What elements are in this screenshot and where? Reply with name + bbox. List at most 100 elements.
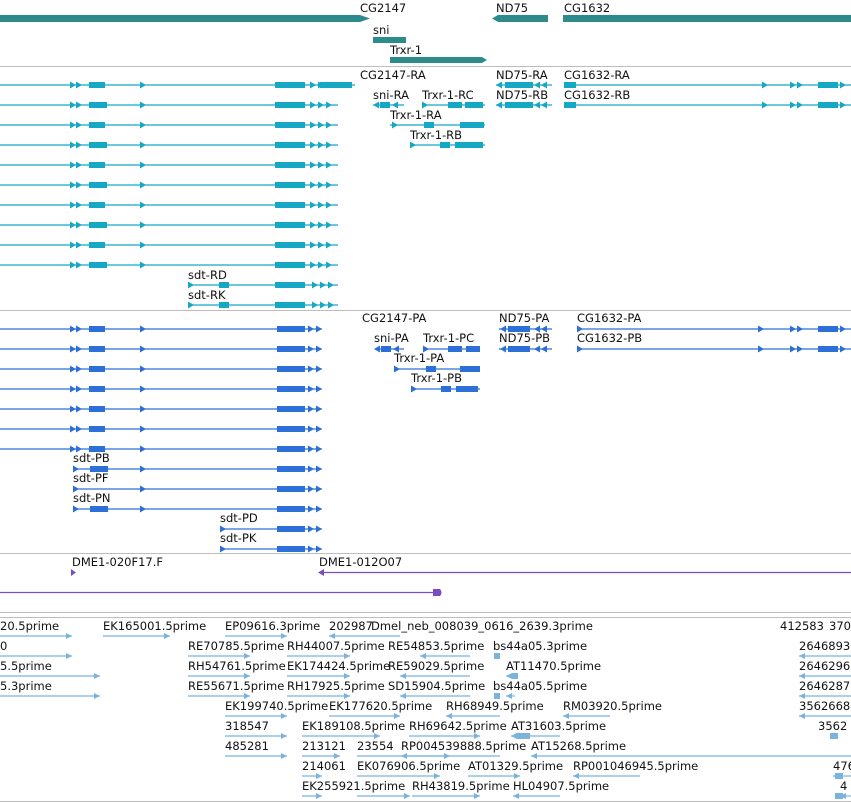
exon-block[interactable]: [277, 326, 305, 332]
protein-label[interactable]: sdt-PN: [73, 491, 111, 505]
est-label[interactable]: RH68949.5prime: [446, 699, 544, 713]
est-feature[interactable]: [103, 633, 170, 639]
exon-block[interactable]: [219, 302, 229, 308]
transcript-label[interactable]: sdt-RK: [188, 288, 226, 302]
est-label[interactable]: 412583: [780, 619, 824, 633]
protein-row[interactable]: [0, 365, 322, 373]
exon-block[interactable]: [89, 182, 107, 188]
est-label[interactable]: RE54853.5prime: [388, 639, 484, 653]
exon-block[interactable]: [277, 546, 305, 552]
protein-row[interactable]: [411, 385, 480, 393]
protein-row[interactable]: [0, 445, 322, 453]
exon-block[interactable]: [89, 202, 105, 208]
exon-block[interactable]: [275, 182, 305, 188]
gene-bar-nd75[interactable]: [498, 15, 548, 22]
transcript-row[interactable]: [0, 141, 338, 149]
exon-block[interactable]: [89, 346, 105, 352]
exon-block[interactable]: [818, 326, 838, 332]
protein-label[interactable]: sdt-PD: [220, 511, 258, 525]
protein-row[interactable]: [0, 425, 322, 433]
est-label[interactable]: RH44007.5prime: [287, 639, 385, 653]
exon-block[interactable]: [89, 102, 107, 108]
est-label[interactable]: 5.5prime: [0, 659, 52, 673]
protein-label[interactable]: sdt-PF: [73, 471, 109, 485]
est-label[interactable]: 318547: [225, 719, 269, 733]
transcript-label[interactable]: sni-RA: [373, 88, 409, 102]
est-feature[interactable]: [357, 793, 410, 799]
genome-browser-canvas[interactable]: CG2147 sni Trxr-1 ND75 CG1632 CG2147-RA …: [0, 0, 851, 802]
transcript-label[interactable]: Trxr-1-RC: [421, 88, 474, 102]
gene-label-sni[interactable]: sni: [373, 23, 389, 37]
est-label[interactable]: Dmel_neb_008039_0616_2639.3prime: [371, 619, 593, 633]
est-label[interactable]: 5.3prime: [0, 679, 52, 693]
transcript-row[interactable]: [564, 101, 851, 109]
exon-block[interactable]: [818, 346, 838, 352]
est-feature[interactable]: [513, 793, 560, 799]
exon-block[interactable]: [455, 142, 483, 148]
protein-label[interactable]: sni-PA: [374, 331, 409, 345]
gene-track[interactable]: CG2147 sni Trxr-1 ND75 CG1632: [0, 1, 851, 63]
exon-block[interactable]: [818, 102, 838, 108]
clone-marker[interactable]: [71, 569, 76, 576]
est-track[interactable]: 20.5prime EK165001.5prime EP09616.3prime 20…: [0, 619, 851, 799]
exon-block[interactable]: [90, 506, 108, 512]
est-label[interactable]: RH17925.5prime: [287, 679, 385, 693]
protein-row[interactable]: [73, 505, 322, 513]
exon-block[interactable]: [818, 82, 838, 88]
exon-block[interactable]: [275, 282, 305, 288]
est-label[interactable]: EK199740.5prime: [225, 699, 328, 713]
exon-block[interactable]: [835, 793, 843, 799]
transcript-label[interactable]: sdt-RD: [188, 268, 227, 282]
transcript-label[interactable]: CG2147-RA: [360, 68, 426, 82]
transcript-row[interactable]: [188, 301, 338, 309]
est-label[interactable]: 4: [840, 779, 847, 793]
exon-block[interactable]: [89, 242, 105, 248]
gene-bar-cg1632[interactable]: [563, 15, 851, 22]
exon-block[interactable]: [460, 366, 480, 372]
protein-label[interactable]: Trxr-1-PB: [410, 371, 462, 385]
est-label[interactable]: 3562: [818, 719, 847, 733]
exon-block[interactable]: [277, 346, 305, 352]
est-feature[interactable]: [302, 793, 322, 799]
exon-block[interactable]: [89, 162, 105, 168]
protein-label[interactable]: CG2147-PA: [362, 311, 427, 325]
exon-block[interactable]: [380, 102, 390, 108]
gene-label-cg2147[interactable]: CG2147: [360, 1, 406, 15]
protein-row[interactable]: [73, 465, 322, 473]
exon-block[interactable]: [460, 122, 484, 128]
est-label[interactable]: RH69642.5prime: [409, 719, 507, 733]
est-label[interactable]: EK255921.5prime: [302, 779, 405, 793]
est-label[interactable]: bs44a05.3prime: [493, 639, 587, 653]
est-label[interactable]: RP004539888.5prime: [401, 739, 526, 753]
exon-block[interactable]: [275, 202, 305, 208]
exon-block[interactable]: [456, 386, 478, 392]
est-label[interactable]: EK165001.5prime: [103, 619, 206, 633]
est-label[interactable]: RH43819.5prime: [412, 779, 510, 793]
est-feature[interactable]: [0, 693, 100, 699]
exon-block[interactable]: [89, 142, 107, 148]
protein-label[interactable]: sdt-PB: [73, 451, 110, 465]
est-label[interactable]: EK174424.5prime: [287, 659, 390, 673]
exon-block[interactable]: [89, 122, 105, 128]
transcript-row[interactable]: [0, 161, 338, 169]
est-label[interactable]: RP001046945.5prime: [573, 759, 698, 773]
est-label[interactable]: EK076906.5prime: [357, 759, 460, 773]
exon-block[interactable]: [89, 222, 107, 228]
est-label[interactable]: EP09616.3prime: [225, 619, 320, 633]
est-label[interactable]: 370: [829, 619, 851, 633]
exon-block[interactable]: [494, 653, 500, 659]
exon-block[interactable]: [277, 446, 305, 452]
exon-block[interactable]: [381, 346, 391, 352]
protein-label[interactable]: CG1632-PA: [577, 311, 642, 325]
exon-block[interactable]: [275, 82, 305, 88]
exon-block[interactable]: [89, 262, 107, 268]
protein-label[interactable]: ND75-PA: [499, 311, 549, 325]
clone-label[interactable]: DME1-012O07: [319, 555, 402, 569]
exon-block[interactable]: [320, 82, 352, 88]
est-label[interactable]: RE55671.5prime: [188, 679, 284, 693]
protein-row[interactable]: [0, 405, 322, 413]
protein-label[interactable]: Trxr-1-PA: [393, 351, 444, 365]
protein-row[interactable]: [499, 345, 552, 353]
est-labels[interactable]: 20.5prime EK165001.5prime EP09616.3prime 20…: [0, 619, 851, 793]
exon-block[interactable]: [440, 142, 450, 148]
